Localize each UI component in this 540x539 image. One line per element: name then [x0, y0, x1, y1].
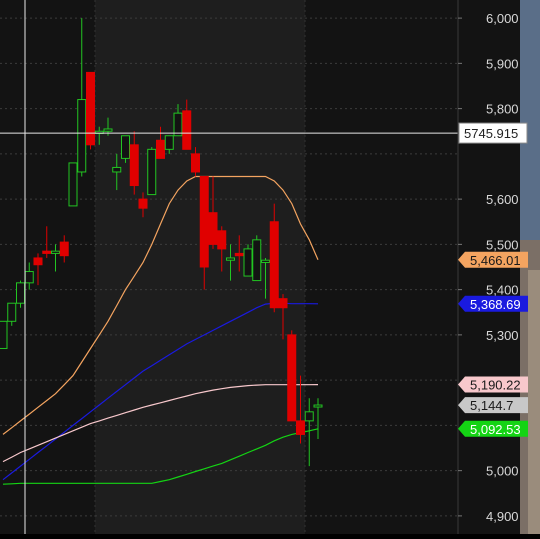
y-tick-label: 5,300 — [486, 328, 519, 343]
y-tick-label: 5,600 — [486, 192, 519, 207]
price-tag-label: 5,466.01 — [470, 253, 521, 268]
price-tag: 5,144.7 — [458, 397, 528, 414]
y-tick-label: 4,900 — [486, 509, 519, 524]
price-tag-label: 5,092.53 — [470, 422, 521, 437]
candle-body — [287, 334, 297, 422]
candle-body — [304, 411, 314, 422]
candle-body — [261, 259, 270, 263]
y-tick-label: 5,800 — [486, 102, 519, 117]
candle-body — [182, 110, 192, 150]
candle-body — [103, 128, 113, 132]
candle-body — [121, 135, 130, 159]
price-tag: 5,190.22 — [458, 376, 528, 393]
candle-body — [156, 139, 165, 159]
candle-body — [59, 241, 69, 257]
candle-body — [217, 230, 227, 250]
price-tag: 5,368.69 — [458, 295, 528, 312]
candle-body — [112, 166, 122, 173]
candle-body — [147, 148, 157, 196]
candlestick-chart[interactable]: 6,000 5,900 5,800 5,600 5,500 5,400 5,300 5,000… — [0, 0, 540, 534]
candle-body — [51, 250, 60, 254]
candle-body — [278, 298, 288, 309]
price-tag: 5,466.01 — [458, 251, 528, 268]
scenery-rock — [528, 270, 540, 534]
candle-body — [68, 162, 78, 207]
candle-body — [16, 282, 25, 304]
candle-body — [208, 212, 218, 245]
candle-body — [129, 144, 139, 187]
crosshair-price-tag: 5745.915 — [458, 122, 528, 144]
chart-svg: 6,000 5,900 5,800 5,600 5,500 5,400 5,300 5,000… — [0, 0, 540, 534]
candle-body — [313, 404, 323, 408]
price-tag: 5,092.53 — [458, 420, 528, 437]
candle-body — [42, 250, 52, 254]
candle-body — [33, 257, 43, 266]
y-tick-label: 5,000 — [486, 464, 519, 479]
candle-body — [77, 99, 87, 173]
y-tick-label: 5,400 — [486, 283, 519, 298]
candle-body — [234, 252, 244, 257]
y-tick-label: 6,000 — [486, 11, 519, 26]
y-tick-label: 5,500 — [486, 237, 519, 252]
price-tag-label: 5,368.69 — [470, 297, 521, 312]
candle-body — [0, 320, 8, 349]
candle-body — [191, 153, 200, 173]
candle-body — [296, 420, 305, 435]
candle-body — [252, 239, 262, 282]
candle-body — [269, 221, 279, 309]
price-tag-label: 5,190.22 — [470, 378, 521, 393]
price-tag-label: 5,144.7 — [470, 398, 513, 413]
candle-body — [138, 198, 148, 209]
candle-body — [86, 71, 95, 146]
candle-body — [199, 175, 209, 268]
candle-body — [164, 135, 174, 150]
candle-body — [173, 112, 183, 137]
crosshair-price-label: 5745.915 — [464, 126, 518, 141]
candle-body — [7, 302, 17, 322]
candle-body — [243, 248, 253, 277]
y-tick-label: 5,900 — [486, 56, 519, 71]
candle-body — [24, 271, 34, 284]
candle-body — [226, 257, 235, 261]
